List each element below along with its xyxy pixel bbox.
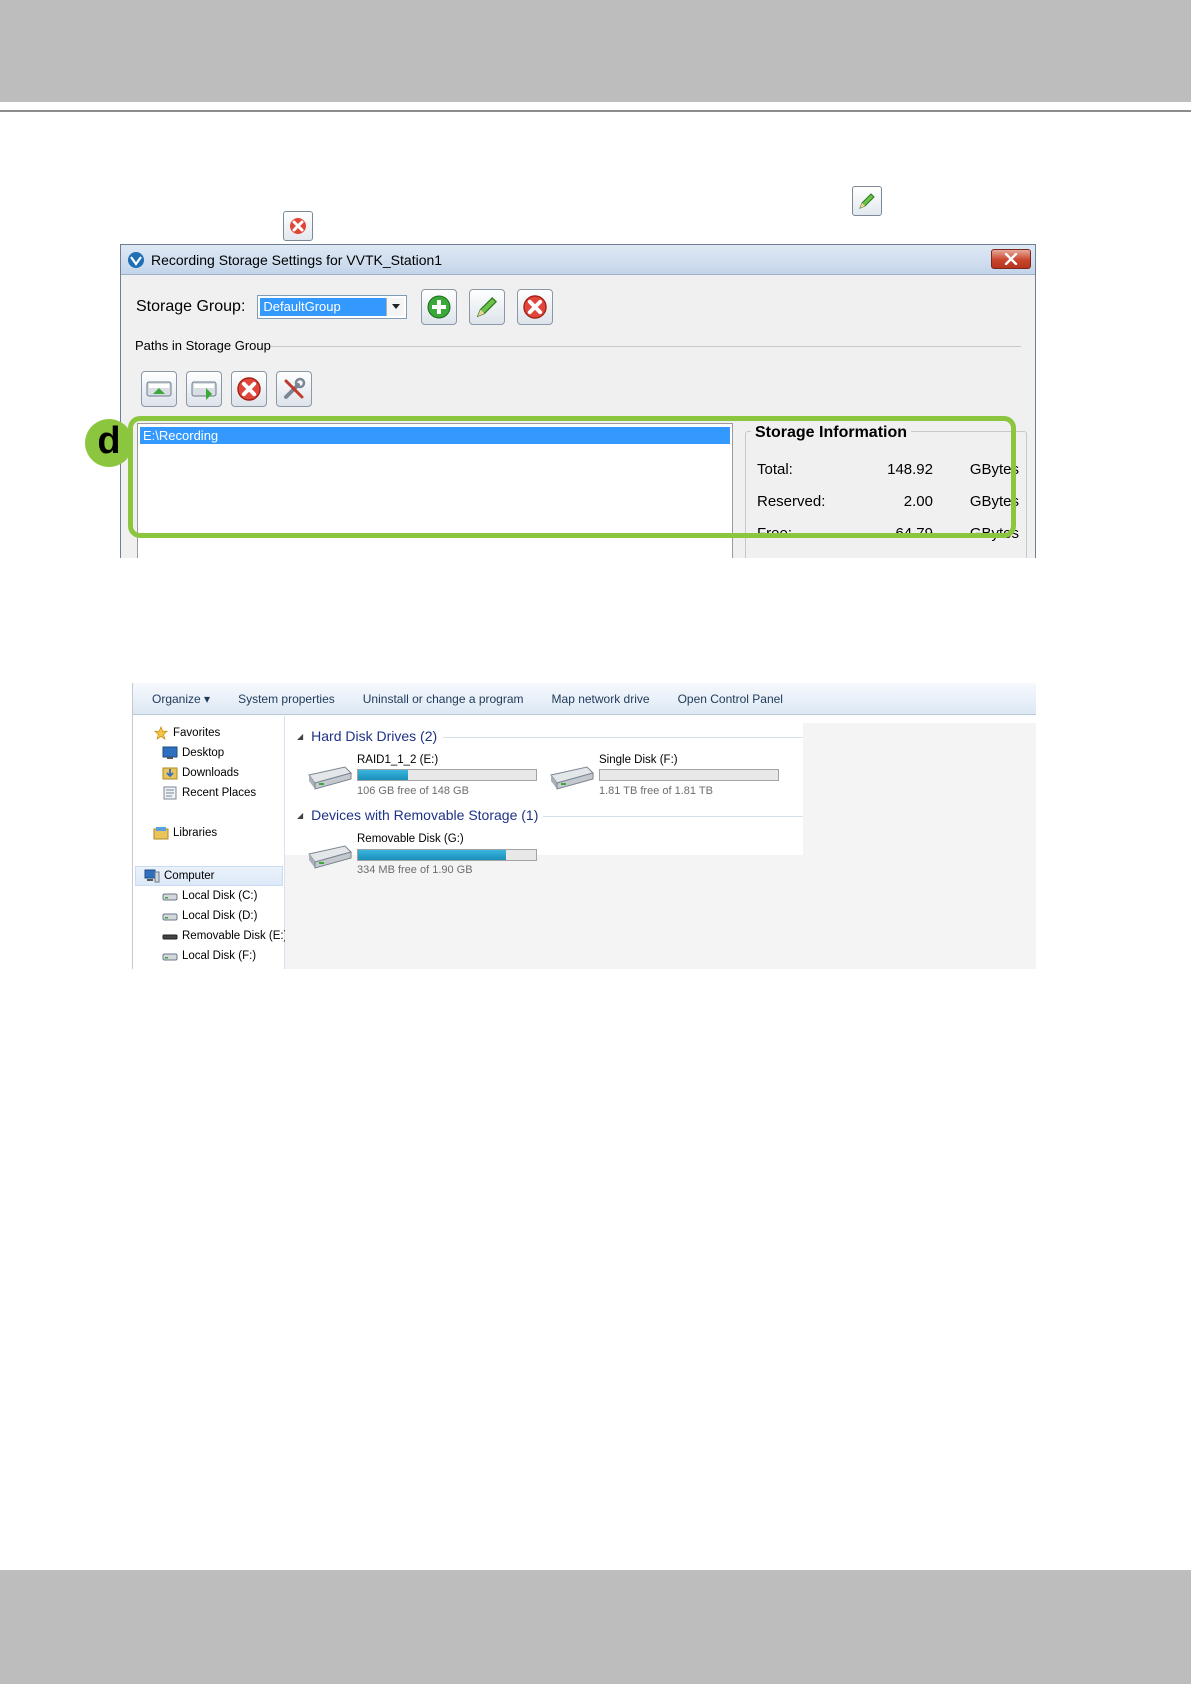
tools-icon (284, 377, 306, 399)
desktop-icon (162, 746, 178, 759)
navigation-pane: Favorites Desktop Downloads Recent Place… (133, 716, 287, 969)
drive-single-f-name: Single Disk (F:) (599, 754, 678, 766)
delete-x-icon (283, 211, 313, 241)
collapse-triangle-icon: ◢ (297, 810, 304, 820)
drive-single-f-usage-bar (599, 769, 779, 781)
hdd-group-header[interactable]: ◢ Hard Disk Drives (2) (297, 728, 437, 744)
star-icon (153, 726, 169, 740)
hard-drive-icon (550, 766, 594, 790)
collapse-triangle-icon: ◢ (297, 731, 304, 741)
nav-desktop[interactable]: Desktop (162, 746, 224, 760)
storage-group-row: Storage Group: DefaultGroup (136, 289, 554, 325)
dialog-title: Recording Storage Settings for VVTK_Stat… (151, 251, 443, 268)
drive-removable-g[interactable] (305, 840, 353, 875)
delete-icon (237, 377, 261, 401)
drive-usage-fill (358, 770, 408, 780)
nav-recent-places-label: Recent Places (182, 787, 257, 799)
remove-path-button[interactable] (231, 371, 267, 407)
drive-removable-g-usage-bar (357, 849, 537, 861)
nav-local-disk-c-label: Local Disk (C:) (182, 890, 258, 902)
nav-downloads[interactable]: Downloads (162, 766, 239, 780)
nav-libraries[interactable]: Libraries (153, 826, 217, 840)
nav-recent-places[interactable]: Recent Places (162, 786, 256, 800)
path-settings-button[interactable] (276, 371, 312, 407)
page-header-band (0, 0, 1191, 102)
nav-downloads-label: Downloads (182, 767, 239, 779)
nav-local-disk-d[interactable]: Local Disk (D:) (162, 909, 257, 923)
add-group-button[interactable] (421, 289, 458, 325)
drive-raid-e[interactable] (305, 761, 353, 796)
computer-icon (144, 869, 160, 883)
nav-computer[interactable]: Computer (144, 869, 215, 883)
hard-disk-icon (162, 953, 178, 961)
organize-menu[interactable]: Organize ▾ (152, 692, 210, 706)
edit-group-button[interactable] (469, 289, 506, 325)
nav-libraries-label: Libraries (173, 827, 218, 839)
removable-drive-icon (308, 845, 352, 869)
downloads-folder-icon (162, 767, 178, 780)
dialog-titlebar: Recording Storage Settings for VVTK_Stat… (121, 245, 1035, 275)
recent-places-icon (163, 786, 177, 800)
drive-usage-fill (358, 850, 506, 860)
delete-icon (523, 295, 548, 319)
drive-raid-e-free: 106 GB free of 148 GB (357, 785, 469, 797)
callout-highlight-box (128, 416, 1016, 538)
uninstall-program-button[interactable]: Uninstall or change a program (363, 692, 524, 706)
removable-disk-icon (162, 934, 178, 940)
move-path-button[interactable] (186, 371, 222, 407)
nav-computer-label: Computer (164, 870, 215, 882)
paths-section-divider (271, 346, 1021, 347)
nav-removable-disk-e-label: Removable Disk (E:) (182, 930, 288, 942)
hard-drive-icon (308, 766, 352, 790)
delete-group-button[interactable] (517, 289, 554, 325)
removable-group-divider (543, 816, 803, 817)
open-control-panel-button[interactable]: Open Control Panel (678, 692, 783, 706)
nav-favorites-label: Favorites (173, 727, 221, 739)
edit-pencil-icon (852, 186, 882, 216)
drive-single-f-free: 1.81 TB free of 1.81 TB (599, 785, 713, 797)
drive-removable-g-name: Removable Disk (G:) (357, 833, 464, 845)
drive-single-f[interactable] (547, 761, 595, 796)
system-properties-button[interactable]: System properties (238, 692, 335, 706)
close-icon (1004, 253, 1018, 265)
chevron-down-icon[interactable] (386, 298, 405, 316)
app-logo-icon (128, 251, 144, 268)
add-path-button[interactable] (141, 371, 177, 407)
drive-removable-g-free: 334 MB free of 1.90 GB (357, 864, 473, 876)
callout-marker: d (85, 419, 133, 467)
nav-local-disk-f-label: Local Disk (F:) (182, 950, 257, 962)
page-footer-band (0, 1570, 1191, 1684)
drive-arrow-icon (191, 381, 217, 400)
explorer-window: Organize ▾ System properties Uninstall o… (132, 683, 1036, 969)
add-drive-icon (146, 381, 172, 397)
storage-group-value: DefaultGroup (260, 298, 387, 316)
nav-local-disk-c[interactable]: Local Disk (C:) (162, 889, 257, 903)
nav-local-disk-f[interactable]: Local Disk (F:) (162, 949, 256, 963)
nav-removable-disk-e[interactable]: Removable Disk (E:) (162, 929, 287, 943)
header-divider (0, 110, 1191, 112)
libraries-folder-icon (153, 827, 169, 840)
nav-favorites[interactable]: Favorites (153, 726, 220, 740)
nav-desktop-label: Desktop (182, 747, 225, 759)
close-button[interactable] (991, 249, 1031, 269)
plus-icon (427, 295, 451, 319)
hard-disk-icon (162, 893, 178, 901)
paths-section-label: Paths in Storage Group (135, 338, 279, 353)
pencil-icon (477, 296, 498, 318)
hdd-group-divider (443, 737, 803, 738)
storage-group-select[interactable]: DefaultGroup (257, 295, 408, 319)
explorer-toolbar: Organize ▾ System properties Uninstall o… (133, 683, 1036, 715)
hdd-group-title: Hard Disk Drives (2) (311, 728, 438, 744)
drive-raid-e-name: RAID1_1_2 (E:) (357, 754, 439, 766)
path-toolbar (141, 371, 321, 407)
removable-group-header[interactable]: ◢ Devices with Removable Storage (1) (297, 807, 538, 823)
removable-group-title: Devices with Removable Storage (1) (311, 807, 539, 823)
map-network-drive-button[interactable]: Map network drive (552, 692, 650, 706)
hard-disk-icon (162, 913, 178, 921)
drive-raid-e-usage-bar (357, 769, 537, 781)
storage-group-label: Storage Group: (136, 298, 246, 315)
nav-local-disk-d-label: Local Disk (D:) (182, 910, 258, 922)
